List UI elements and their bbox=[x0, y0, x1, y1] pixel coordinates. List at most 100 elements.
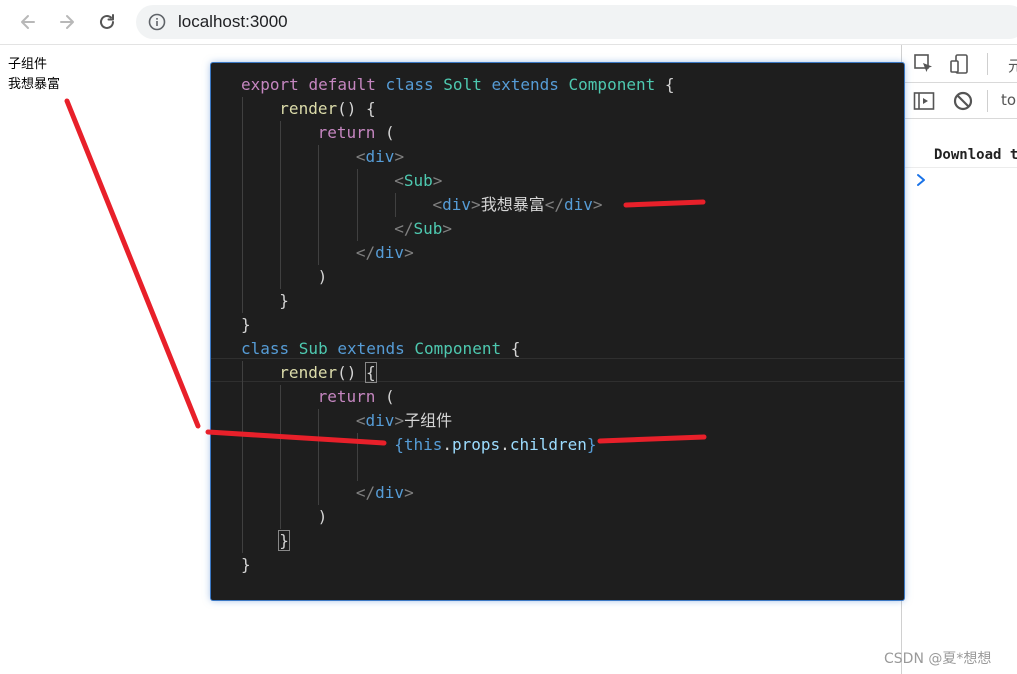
indent-guide bbox=[280, 385, 281, 529]
code-token: ( bbox=[385, 387, 395, 406]
code-token: > bbox=[404, 483, 414, 502]
code-line: class Sub extends Component { bbox=[241, 337, 520, 361]
console-toolbar: to bbox=[902, 83, 1017, 119]
code-token: </ bbox=[355, 483, 376, 502]
code-line: render() { bbox=[279, 361, 377, 385]
url-text[interactable]: localhost:3000 bbox=[178, 12, 288, 32]
devtools-panel: 元 to Download t bbox=[901, 45, 1017, 674]
code-token: Sub bbox=[298, 339, 338, 358]
code-line: {this.props.children} bbox=[394, 433, 596, 457]
code-token: > bbox=[394, 411, 405, 430]
code-line: <div>子组件 bbox=[356, 409, 452, 433]
code-token: < bbox=[432, 195, 443, 214]
code-token: 我想暴富 bbox=[480, 195, 545, 214]
code-line: </div> bbox=[356, 481, 414, 505]
code-token: extends bbox=[491, 75, 569, 94]
code-token: { bbox=[510, 339, 521, 358]
device-toolbar-icon[interactable] bbox=[948, 52, 972, 76]
code-token: </ bbox=[394, 219, 414, 238]
toolbar-divider bbox=[987, 53, 988, 75]
code-token: div bbox=[563, 195, 593, 214]
code-token: < bbox=[355, 147, 366, 166]
indent-guide bbox=[318, 145, 319, 265]
indent-guide bbox=[395, 193, 396, 217]
code-token: > bbox=[432, 171, 443, 190]
code-token: } bbox=[241, 315, 251, 334]
code-token: > bbox=[442, 219, 452, 238]
code-token: Solt bbox=[443, 75, 492, 94]
page-content: 子组件 我想暴富 bbox=[8, 55, 60, 95]
indent-guide bbox=[318, 409, 319, 505]
page-line-children: 我想暴富 bbox=[8, 77, 61, 92]
code-token: div bbox=[365, 411, 395, 430]
code-token: div bbox=[365, 147, 395, 166]
info-icon[interactable] bbox=[148, 13, 166, 31]
code-token: () { bbox=[337, 99, 376, 118]
indent-guide bbox=[357, 433, 358, 481]
code-line: } bbox=[279, 289, 289, 313]
arrow-left-icon bbox=[21, 15, 35, 29]
code-line: return ( bbox=[318, 385, 395, 409]
annotation-stroke bbox=[64, 98, 201, 429]
toolbar-divider bbox=[987, 90, 988, 112]
devtools-tab-truncated[interactable]: 元 bbox=[1008, 55, 1017, 76]
code-token: < bbox=[394, 171, 404, 190]
forward-button[interactable] bbox=[53, 8, 81, 36]
inspect-element-icon[interactable] bbox=[912, 52, 936, 76]
code-token: } bbox=[279, 291, 289, 310]
code-token: } bbox=[278, 530, 290, 551]
clear-console-icon[interactable] bbox=[951, 89, 975, 113]
code-line: } bbox=[241, 313, 251, 337]
code-line: } bbox=[241, 553, 251, 577]
code-token: 子组件 bbox=[404, 411, 453, 430]
code-token: export bbox=[241, 75, 309, 94]
code-token: < bbox=[355, 411, 366, 430]
watermark: CSDN @夏*想想 bbox=[884, 651, 992, 667]
code-token: </ bbox=[544, 195, 564, 214]
arrow-right-icon bbox=[60, 15, 74, 29]
reload-button[interactable] bbox=[93, 8, 121, 36]
address-bar[interactable]: localhost:3000 bbox=[136, 5, 1017, 39]
code-line: return ( bbox=[318, 121, 395, 145]
code-line: ) bbox=[318, 265, 328, 289]
indent-guide bbox=[280, 121, 281, 289]
page-line-subcomponent: 子组件 bbox=[8, 57, 48, 72]
console-divider bbox=[902, 167, 1017, 168]
code-token: > bbox=[394, 147, 405, 166]
code-line: <Sub> bbox=[394, 169, 442, 193]
code-line: export default class Solt extends Compon… bbox=[241, 73, 675, 97]
code-token: extends bbox=[337, 339, 415, 358]
code-token: props bbox=[452, 435, 501, 454]
code-token: </ bbox=[355, 243, 376, 262]
code-token: return bbox=[317, 387, 386, 406]
devtools-tabbar: 元 bbox=[902, 45, 1017, 83]
back-button[interactable] bbox=[14, 8, 42, 36]
code-token: { bbox=[365, 362, 377, 383]
code-line: </div> bbox=[356, 241, 414, 265]
reload-icon bbox=[100, 14, 114, 29]
code-token: render bbox=[279, 99, 338, 118]
code-line: <div> bbox=[356, 145, 404, 169]
code-token: div bbox=[375, 243, 405, 262]
code-token: > bbox=[404, 243, 414, 262]
code-token: } bbox=[241, 555, 251, 574]
code-token: return bbox=[317, 123, 386, 142]
code-token: class bbox=[385, 75, 444, 94]
code-line: } bbox=[278, 529, 290, 553]
code-token: ) bbox=[317, 267, 328, 286]
code-line: </Sub> bbox=[394, 217, 452, 241]
console-prompt-icon[interactable] bbox=[914, 173, 928, 187]
code-token: ) bbox=[317, 507, 328, 526]
code-token: Sub bbox=[413, 219, 443, 238]
browser-toolbar: localhost:3000 bbox=[0, 0, 1017, 45]
indent-guide bbox=[242, 361, 243, 553]
code-line: ) bbox=[318, 505, 328, 529]
code-token: { bbox=[664, 75, 675, 94]
code-token: ( bbox=[385, 123, 395, 142]
code-token: Sub bbox=[403, 171, 433, 190]
code-line: <div>我想暴富</div> bbox=[433, 193, 603, 217]
code-token: class bbox=[241, 339, 299, 358]
context-selector-truncated[interactable]: to bbox=[1001, 91, 1016, 109]
sidebar-toggle-icon[interactable] bbox=[912, 89, 936, 113]
code-token: () bbox=[337, 363, 366, 382]
